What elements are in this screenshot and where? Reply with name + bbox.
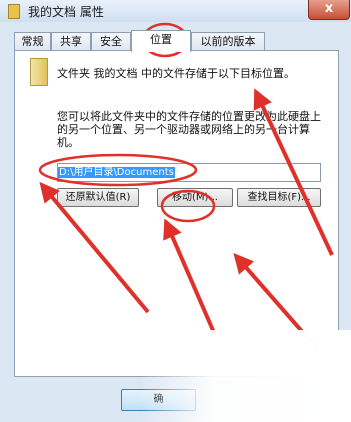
close-button[interactable]: x (308, 0, 350, 20)
location-description: 文件夹 我的文档 中的文件存储于以下目标位置。 (57, 67, 295, 80)
location-panel (14, 50, 339, 377)
tab-general[interactable]: 常规 (14, 32, 51, 50)
tab-sharing[interactable]: 共享 (51, 32, 91, 50)
location-detail: 您可以将此文件夹中的文件存储的位置更改为此硬盘上的另一个位置、另一个驱动器或网络… (57, 110, 321, 149)
target-path-field[interactable]: D:\用户目录\Documents (57, 163, 321, 182)
tab-location[interactable]: 位置 (131, 30, 191, 52)
watermark-fade (140, 330, 351, 422)
find-target-button[interactable]: 查找目标(F)... (237, 188, 321, 207)
title-bar: 我的文档 属性 x (0, 0, 351, 22)
restore-default-button[interactable]: 还原默认值(R) (57, 188, 139, 207)
folder-icon (8, 4, 20, 19)
tab-security[interactable]: 安全 (91, 32, 131, 50)
tab-previous-versions[interactable]: 以前的版本 (191, 32, 265, 50)
documents-folder-icon (30, 58, 48, 86)
window-title: 我的文档 属性 (28, 5, 104, 19)
target-path-value: D:\用户目录\Documents (58, 167, 175, 178)
tab-strip: 常规 共享 安全 位置 以前的版本 (14, 30, 344, 52)
move-button[interactable]: 移动(M)... (157, 188, 233, 207)
